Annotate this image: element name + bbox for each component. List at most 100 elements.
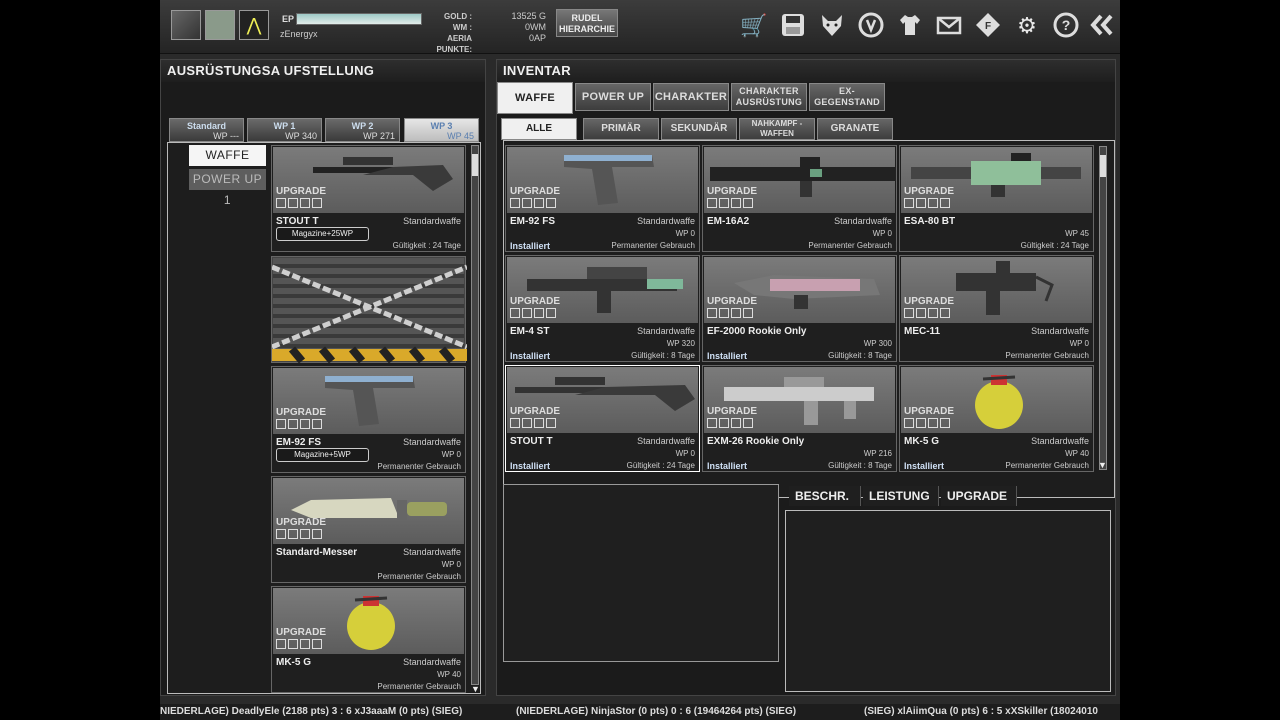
upgrade-slots	[510, 198, 558, 208]
filter-primaer[interactable]: PRIMÄR	[583, 118, 659, 140]
mail-icon[interactable]	[935, 12, 963, 40]
inventory-scrollbar[interactable]	[1099, 146, 1107, 470]
match-ticker: NIEDERLAGE) DeadlyEle (2188 pts) 3 : 6 x…	[160, 704, 1120, 720]
tab-power-up[interactable]: POWER UP	[575, 83, 651, 111]
loadout-slot-primary[interactable]: UPGRADE STOUT T Standardwaffe Magazine+2…	[271, 145, 466, 252]
upgrade-slots	[707, 418, 755, 428]
rank-slot[interactable]	[171, 10, 201, 40]
cart-icon[interactable]: 🛒	[740, 12, 768, 40]
wolf-icon[interactable]	[818, 12, 846, 40]
back-icon[interactable]	[1088, 12, 1116, 40]
inventory-item[interactable]: UPGRADE EM-4 ST Standardwaffe WP 320 Ins…	[505, 255, 700, 362]
inventory-item[interactable]: UPGRADE EM-92 FS Standardwaffe WP 0 Inst…	[505, 145, 700, 252]
tab-ex-gegenstand[interactable]: EX-GEGENSTAND	[809, 83, 885, 111]
tab-sub: WP ---	[213, 131, 239, 141]
item-type: Standardwaffe	[637, 326, 695, 336]
inventory-item-selected[interactable]: UPGRADE STOUT T Standardwaffe WP 0 Insta…	[505, 365, 700, 472]
shirt-icon[interactable]	[896, 12, 924, 40]
scroll-down-icon[interactable]: ▼	[1098, 460, 1107, 470]
ep-label: EP	[282, 14, 295, 24]
tab-beschr[interactable]: BESCHR.	[789, 486, 861, 506]
inventory-item[interactable]: UPGRADE MEC-11 Standardwaffe WP 0 Perman…	[899, 255, 1094, 362]
coupon-icon[interactable]: F	[974, 12, 1002, 40]
rank-insignia-icon[interactable]: ⋀	[239, 10, 269, 40]
item-name: STOUT T	[276, 216, 319, 227]
waffe-button[interactable]: WAFFE	[189, 145, 266, 166]
tab-wp2[interactable]: WP 2 WP 271	[325, 118, 400, 142]
item-name: MEC-11	[904, 326, 941, 337]
loadout-title: AUSRÜSTUNGSA UFSTELLUNG	[161, 60, 485, 82]
tab-sub: WP 45	[447, 131, 474, 141]
installed-label: Installiert	[510, 461, 551, 471]
filter-nahkampf[interactable]: NAHKAMPF -WAFFEN	[739, 118, 815, 140]
inventory-item[interactable]: UPGRADE EF-2000 Rookie Only WP 300 Insta…	[702, 255, 897, 362]
loadout-slot-melee[interactable]: UPGRADE Standard-Messer Standardwaffe WP…	[271, 476, 466, 583]
item-validity: Gültigkeit : 24 Tage	[626, 461, 695, 470]
tab-charakter-ausruestung[interactable]: CHARAKTER AUSRÜSTUNG	[731, 83, 807, 111]
clan-emblem-slot[interactable]	[205, 10, 235, 40]
item-wp: WP 0	[872, 229, 892, 238]
item-validity: Permanenter Gebrauch	[611, 241, 695, 250]
item-name: STOUT T	[510, 436, 553, 447]
help-icon[interactable]: ?	[1052, 12, 1080, 40]
top-bar: ⋀ EP zEnergyx GOLD : WM : AERIA PUNKTE: …	[160, 0, 1120, 54]
upgrade-label: UPGRADE	[510, 406, 561, 417]
upgrade-label: UPGRADE	[904, 296, 955, 307]
save-icon[interactable]	[779, 12, 807, 40]
scroll-down-icon[interactable]: ▼	[471, 684, 480, 694]
upgrade-slots	[510, 418, 558, 428]
magazine-badge: Magazine+25WP	[276, 227, 369, 241]
player-name: zEnergyx	[280, 29, 318, 39]
tab-sub: WP 340	[285, 131, 317, 141]
scroll-thumb[interactable]	[1100, 155, 1106, 177]
tab-title: Standard	[186, 121, 226, 131]
item-wp: WP 216	[863, 449, 892, 458]
emblem-icon[interactable]	[857, 12, 885, 40]
item-validity: Permanenter Gebrauch	[808, 241, 892, 250]
upgrade-label: UPGRADE	[510, 296, 561, 307]
inventory-item[interactable]: UPGRADE MK-5 G Standardwaffe WP 40 Insta…	[899, 365, 1094, 472]
item-wp: WP 40	[1065, 449, 1089, 458]
filter-alle[interactable]: ALLE	[501, 118, 577, 140]
item-name: EF-2000 Rookie Only	[707, 326, 807, 337]
item-type: Standardwaffe	[637, 216, 695, 226]
tab-upgrade[interactable]: UPGRADE	[941, 486, 1017, 506]
tab-wp1[interactable]: WP 1 WP 340	[247, 118, 322, 142]
upgrade-label: UPGRADE	[276, 407, 327, 418]
tab-leistung[interactable]: LEISTUNG	[863, 486, 939, 506]
loadout-slot-secondary[interactable]: UPGRADE EM-92 FS Standardwaffe WP 0 Maga…	[271, 366, 466, 473]
item-name: MK-5 G	[276, 657, 311, 668]
item-name: Standard-Messer	[276, 547, 358, 558]
inventory-item[interactable]: UPGRADE EM-16A2 Standardwaffe WP 0 Perma…	[702, 145, 897, 252]
loadout-scrollbar[interactable]	[471, 145, 479, 685]
tab-waffe[interactable]: WAFFE	[497, 82, 573, 114]
tab-standard[interactable]: Standard WP ---	[169, 118, 244, 142]
gold-label: GOLD :	[444, 12, 472, 21]
loadout-slot-grenade[interactable]: UPGRADE MK-5 G Standardwaffe WP 40 Perma…	[271, 586, 466, 693]
powerup-button[interactable]: POWER UP 1	[189, 169, 266, 207]
item-preview-box	[503, 484, 779, 662]
tab-wp3[interactable]: WP 3 WP 45	[404, 118, 479, 142]
item-type: Standardwaffe	[834, 216, 892, 226]
installed-label: Installiert	[510, 351, 551, 361]
upgrade-slots	[904, 308, 952, 318]
inventory-item[interactable]: UPGRADE EXM-26 Rookie Only WP 216 Instal…	[702, 365, 897, 472]
wm-label: WM :	[452, 23, 472, 32]
upgrade-slots	[904, 418, 952, 428]
tab-title: WP 3	[430, 121, 453, 131]
filter-sekundaer[interactable]: SEKUNDÄR	[661, 118, 737, 140]
installed-label: Installiert	[707, 461, 748, 471]
filter-granate[interactable]: GRANATE	[817, 118, 893, 140]
inventory-item[interactable]: UPGRADE ESA-80 BT WP 45 Gültigkeit : 24 …	[899, 145, 1094, 252]
upgrade-label: UPGRADE	[904, 406, 955, 417]
item-wp: WP 320	[666, 339, 695, 348]
tab-charakter[interactable]: CHARAKTER	[653, 83, 729, 111]
installed-label: Installiert	[707, 351, 748, 361]
item-type: Standardwaffe	[403, 216, 461, 226]
upgrade-label: UPGRADE	[707, 186, 758, 197]
scroll-thumb[interactable]	[472, 154, 478, 176]
upgrade-slots	[276, 639, 324, 649]
item-type: Standardwaffe	[403, 437, 461, 447]
rudel-hierarchie-button[interactable]: RUDEL HIERARCHIE	[556, 9, 618, 37]
gear-icon[interactable]: ⚙	[1013, 12, 1041, 40]
